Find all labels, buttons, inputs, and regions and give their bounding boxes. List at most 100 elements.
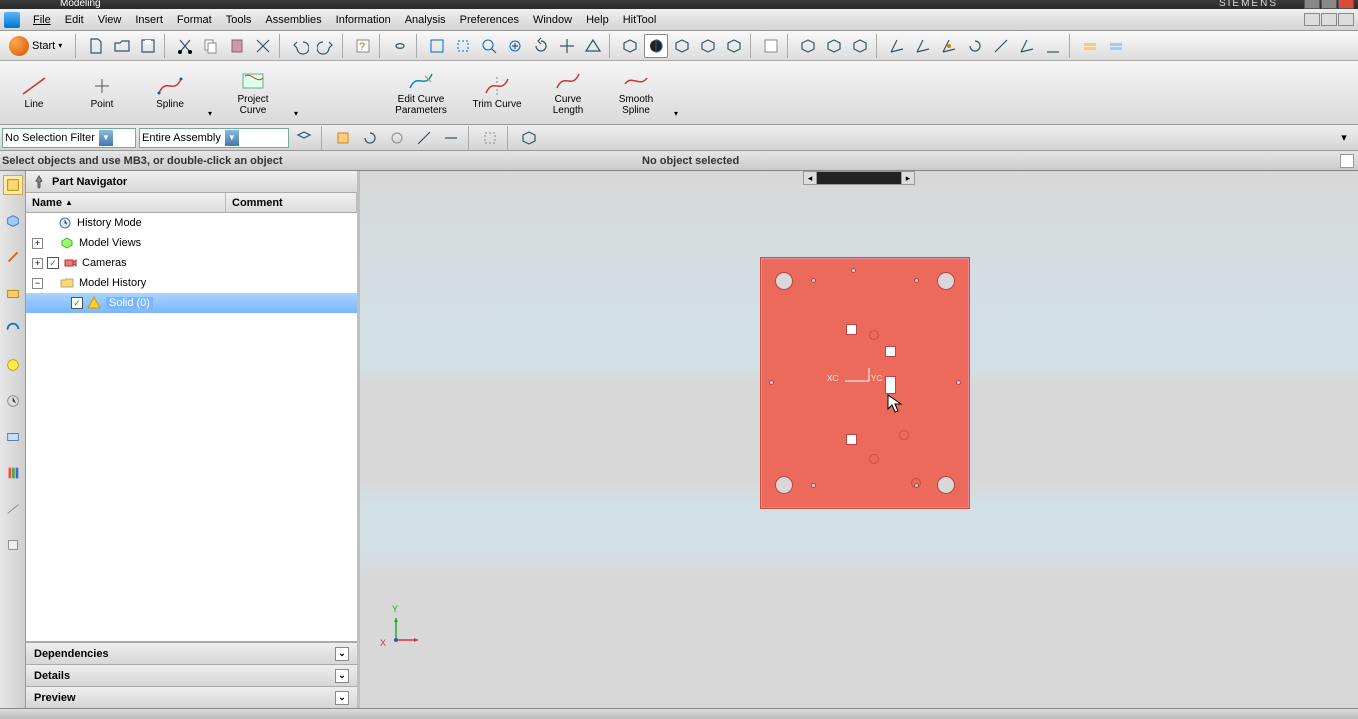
graphics-viewport[interactable]: ◂ ▸ bbox=[360, 171, 1358, 708]
snap-icon[interactable] bbox=[478, 126, 502, 150]
save-icon[interactable] bbox=[136, 34, 160, 58]
edit-section-icon[interactable] bbox=[822, 34, 846, 58]
tree-model-views[interactable]: + Model Views bbox=[26, 233, 357, 253]
component-icon[interactable] bbox=[517, 126, 541, 150]
selection-filter-combo[interactable]: No Selection Filter▼ bbox=[2, 128, 136, 148]
face-analysis-icon[interactable] bbox=[722, 34, 746, 58]
filter-icon-4[interactable] bbox=[385, 126, 409, 150]
menu-file[interactable]: File bbox=[26, 12, 58, 28]
copy-icon[interactable] bbox=[199, 34, 223, 58]
maximize-button[interactable] bbox=[1321, 0, 1337, 9]
undo-icon[interactable] bbox=[288, 34, 312, 58]
view-tab[interactable] bbox=[817, 171, 901, 185]
scroll-right-icon[interactable]: ▸ bbox=[901, 171, 915, 185]
solid-body[interactable]: XC YC bbox=[760, 257, 970, 509]
trim-curve-tool[interactable]: Trim Curve bbox=[461, 62, 533, 123]
details-section[interactable]: Details⌄ bbox=[26, 664, 357, 686]
layer-settings-icon[interactable] bbox=[1078, 34, 1102, 58]
shaded-icon[interactable] bbox=[618, 34, 642, 58]
wcs-orient-icon[interactable] bbox=[989, 34, 1013, 58]
zoom-area-icon[interactable] bbox=[451, 34, 475, 58]
selection-scope-combo[interactable]: Entire Assembly▼ bbox=[139, 128, 289, 148]
preview-section[interactable]: Preview⌄ bbox=[26, 686, 357, 708]
filter-icon-3[interactable] bbox=[358, 126, 382, 150]
system-tab[interactable] bbox=[3, 427, 23, 447]
filter-icon-2[interactable] bbox=[331, 126, 355, 150]
project-curve-tool[interactable]: Project Curve bbox=[217, 62, 289, 123]
part-navigator-tab[interactable] bbox=[3, 175, 23, 195]
menu-analysis[interactable]: Analysis bbox=[398, 12, 453, 28]
new-icon[interactable] bbox=[84, 34, 108, 58]
tree-cameras[interactable]: + ✓ Cameras bbox=[26, 253, 357, 273]
menu-tools[interactable]: Tools bbox=[219, 12, 259, 28]
command-finder-icon[interactable]: ? bbox=[351, 34, 375, 58]
web-browser-tab[interactable] bbox=[3, 355, 23, 375]
constraint-navigator-tab[interactable] bbox=[3, 247, 23, 267]
menu-window[interactable]: Window bbox=[526, 12, 579, 28]
zoom-in-out-icon[interactable] bbox=[503, 34, 527, 58]
curve-length-tool[interactable]: Curve Length bbox=[535, 62, 601, 123]
filter-icon-1[interactable] bbox=[292, 126, 316, 150]
assembly-navigator-tab[interactable] bbox=[3, 211, 23, 231]
smooth-dropdown[interactable]: ▾ bbox=[670, 61, 682, 124]
project-dropdown[interactable]: ▾ bbox=[290, 61, 302, 124]
point-tool[interactable]: Point bbox=[69, 62, 135, 123]
wcs-save-icon[interactable] bbox=[1015, 34, 1039, 58]
menu-insert[interactable]: Insert bbox=[128, 12, 170, 28]
menu-help[interactable]: Help bbox=[579, 12, 616, 28]
mdi-close[interactable] bbox=[1338, 13, 1354, 26]
collapse-icon[interactable]: − bbox=[32, 278, 43, 289]
redo-icon[interactable] bbox=[314, 34, 338, 58]
cut-icon[interactable] bbox=[173, 34, 197, 58]
wcs-dynamics-icon[interactable] bbox=[911, 34, 935, 58]
misc-tab-1[interactable] bbox=[3, 499, 23, 519]
menu-format[interactable]: Format bbox=[170, 12, 219, 28]
navigator-tree[interactable]: History Mode + Model Views + ✓ Cameras −… bbox=[26, 213, 357, 642]
delete-icon[interactable] bbox=[251, 34, 275, 58]
filter-icon-6[interactable] bbox=[439, 126, 463, 150]
menu-hittool[interactable]: HitTool bbox=[616, 12, 664, 28]
mdi-minimize[interactable] bbox=[1304, 13, 1320, 26]
close-button[interactable] bbox=[1338, 0, 1354, 9]
perspective-icon[interactable] bbox=[581, 34, 605, 58]
menu-edit[interactable]: Edit bbox=[58, 12, 91, 28]
pin-icon[interactable] bbox=[32, 175, 46, 189]
dependencies-section[interactable]: Dependencies⌄ bbox=[26, 642, 357, 664]
zoom-icon[interactable] bbox=[477, 34, 501, 58]
checkbox[interactable]: ✓ bbox=[47, 257, 59, 269]
col-comment[interactable]: Comment bbox=[226, 193, 357, 212]
layer-visible-icon[interactable] bbox=[1104, 34, 1128, 58]
wcs-rotate-icon[interactable] bbox=[963, 34, 987, 58]
roles-tab[interactable] bbox=[3, 463, 23, 483]
misc-tab-2[interactable] bbox=[3, 535, 23, 555]
expand-icon[interactable]: + bbox=[32, 258, 43, 269]
reuse-library-tab[interactable] bbox=[3, 283, 23, 303]
touch-mode-icon[interactable] bbox=[388, 34, 412, 58]
expand-icon[interactable]: + bbox=[32, 238, 43, 249]
spline-dropdown[interactable]: ▾ bbox=[204, 61, 216, 124]
menu-preferences[interactable]: Preferences bbox=[453, 12, 526, 28]
open-icon[interactable] bbox=[110, 34, 134, 58]
col-name[interactable]: Name ▲ bbox=[26, 193, 226, 212]
line-tool[interactable]: Line bbox=[1, 62, 67, 123]
menu-information[interactable]: Information bbox=[329, 12, 398, 28]
rotate-icon[interactable] bbox=[529, 34, 553, 58]
paste-icon[interactable] bbox=[225, 34, 249, 58]
wireframe-contrast-icon[interactable] bbox=[644, 34, 668, 58]
bar-options-icon[interactable]: ▾ bbox=[1332, 126, 1356, 150]
spline-tool[interactable]: Spline bbox=[137, 62, 203, 123]
wcs-origin-icon[interactable] bbox=[937, 34, 961, 58]
scroll-left-icon[interactable]: ◂ bbox=[803, 171, 817, 185]
wcs-display-icon[interactable] bbox=[1041, 34, 1065, 58]
studio-icon[interactable] bbox=[696, 34, 720, 58]
checkbox[interactable]: ✓ bbox=[71, 297, 83, 309]
minimize-button[interactable] bbox=[1304, 0, 1320, 9]
see-thru-icon[interactable] bbox=[848, 34, 872, 58]
static-wireframe-icon[interactable] bbox=[670, 34, 694, 58]
edit-curve-params-tool[interactable]: Edit Curve Parameters bbox=[383, 62, 459, 123]
mdi-restore[interactable] bbox=[1321, 13, 1337, 26]
menu-view[interactable]: View bbox=[91, 12, 129, 28]
tree-solid[interactable]: ✓ Solid (0) bbox=[26, 293, 357, 313]
fullscreen-icon[interactable] bbox=[1340, 154, 1354, 168]
tree-model-history[interactable]: − Model History bbox=[26, 273, 357, 293]
